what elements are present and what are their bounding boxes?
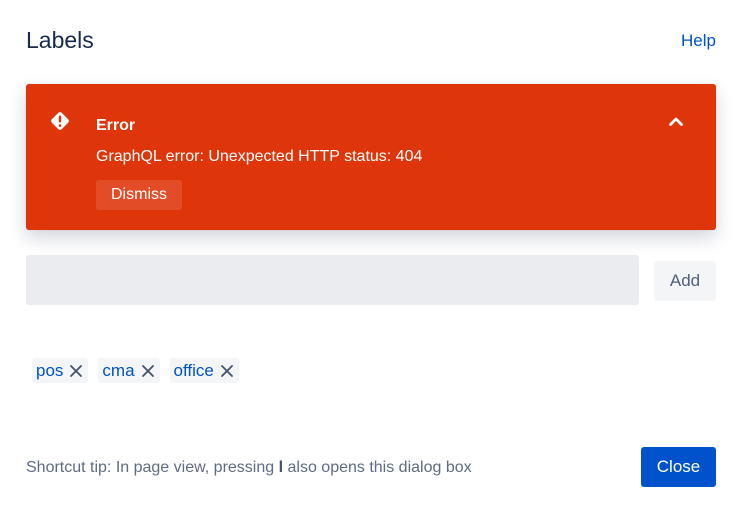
- label-chip: office: [169, 358, 239, 383]
- remove-label-button[interactable]: [67, 362, 85, 380]
- labels-dialog: Labels Help Error GraphQL error: Unexpec…: [0, 0, 740, 507]
- shortcut-key: l: [278, 459, 284, 476]
- add-label-button[interactable]: Add: [654, 261, 716, 301]
- chevron-up-icon: [669, 117, 683, 126]
- shortcut-tip-prefix: Shortcut tip: In page view, pressing: [26, 459, 275, 476]
- close-icon: [141, 364, 154, 377]
- label-text[interactable]: office: [174, 361, 214, 381]
- label-text[interactable]: cma: [102, 361, 134, 381]
- labels-list: pos cma office: [32, 358, 239, 383]
- error-banner: Error GraphQL error: Unexpected HTTP sta…: [26, 84, 716, 230]
- label-chip: pos: [32, 358, 89, 383]
- error-diamond-icon: [49, 110, 71, 132]
- label-chip: cma: [98, 358, 160, 383]
- remove-label-button[interactable]: [218, 362, 236, 380]
- close-icon: [220, 364, 233, 377]
- shortcut-tip: Shortcut tip: In page view, pressing l a…: [26, 459, 472, 477]
- collapse-error-button[interactable]: [666, 112, 686, 132]
- help-link[interactable]: Help: [681, 31, 716, 51]
- error-title: Error: [96, 117, 136, 134]
- remove-label-button[interactable]: [139, 362, 157, 380]
- shortcut-tip-suffix: also opens this dialog box: [287, 459, 472, 476]
- label-input[interactable]: [26, 255, 639, 305]
- error-message: GraphQL error: Unexpected HTTP status: 4…: [96, 148, 423, 165]
- close-button[interactable]: Close: [641, 447, 716, 487]
- dismiss-button[interactable]: Dismiss: [96, 180, 182, 210]
- label-text[interactable]: pos: [36, 361, 63, 381]
- dialog-title: Labels: [26, 27, 94, 53]
- close-icon: [70, 364, 83, 377]
